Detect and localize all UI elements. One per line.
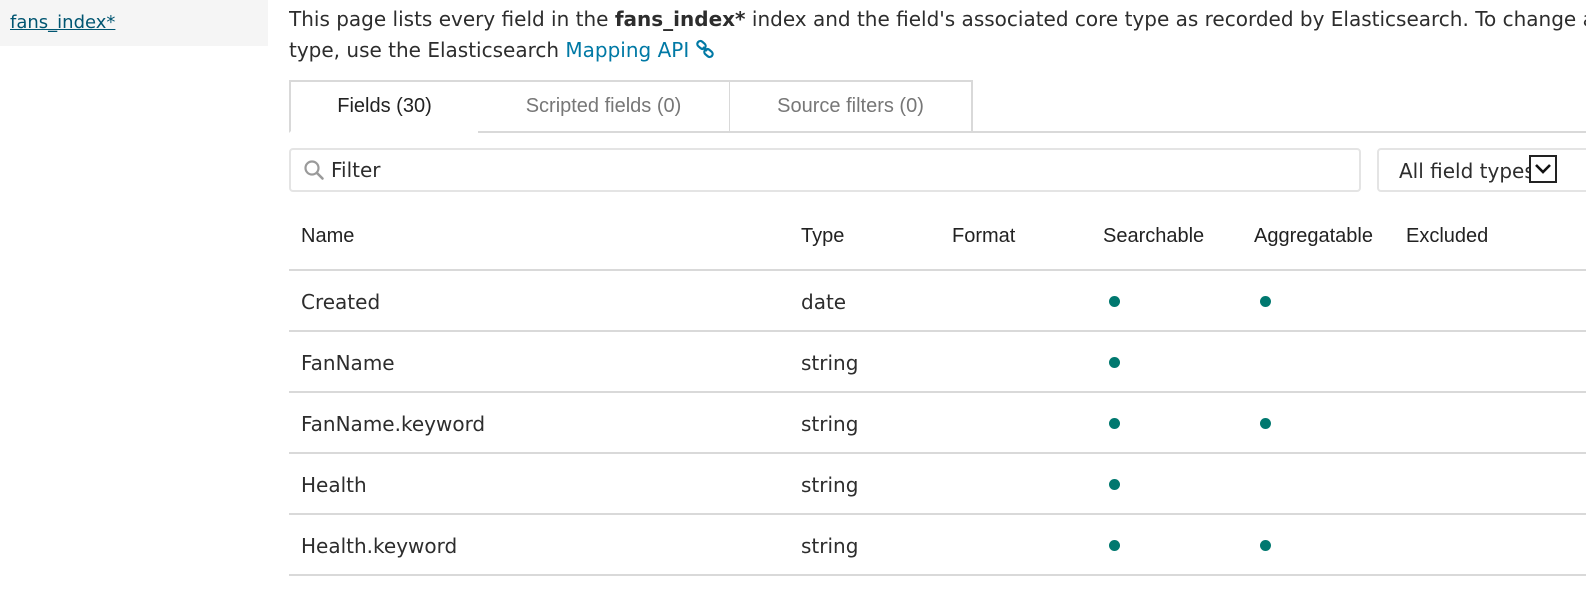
searchable-indicator (1109, 296, 1120, 307)
header-name[interactable]: Name (301, 225, 354, 248)
aggregatable-indicator (1260, 418, 1271, 429)
cell-name: FanName (301, 351, 395, 375)
filter-input[interactable] (331, 156, 1331, 184)
filter-field[interactable] (289, 148, 1361, 192)
page-description: This page lists every field in the fans_… (289, 4, 1586, 68)
header-searchable[interactable]: Searchable (1103, 225, 1204, 248)
chevron-down-icon[interactable] (1529, 155, 1557, 183)
cell-type: string (801, 412, 859, 436)
cell-name: Health (301, 473, 367, 497)
search-icon (303, 159, 325, 185)
header-excluded[interactable]: Excluded (1406, 225, 1488, 248)
table-header: Name Type Format Searchable Aggregatable… (289, 205, 1586, 271)
field-type-select[interactable]: All field types (1377, 148, 1586, 192)
searchable-indicator (1109, 479, 1120, 490)
mapping-api-link[interactable]: Mapping API (565, 38, 715, 62)
searchable-indicator (1109, 540, 1120, 551)
tab-bar: Fields (30) Scripted fields (0) Source f… (289, 80, 1586, 133)
header-format[interactable]: Format (952, 225, 1015, 248)
link-icon (695, 37, 715, 68)
cell-type: string (801, 351, 859, 375)
tab-fields[interactable]: Fields (30) (289, 80, 480, 133)
aggregatable-indicator (1260, 540, 1271, 551)
aggregatable-indicator (1260, 296, 1271, 307)
field-type-select-value[interactable]: All field types (1399, 159, 1535, 183)
sidebar-index-link[interactable]: fans_index* (10, 12, 115, 33)
tab-scripted-fields[interactable]: Scripted fields (0) (478, 80, 731, 133)
sidebar: fans_index* (0, 0, 268, 46)
index-name: fans_index* (614, 7, 746, 31)
searchable-indicator (1109, 418, 1120, 429)
cell-name: Created (301, 290, 381, 314)
table-row: Health string (289, 454, 1586, 515)
cell-type: string (801, 534, 859, 558)
description-line-1: This page lists every field in the fans_… (289, 7, 1586, 31)
table-row: FanName string (289, 332, 1586, 393)
table-row: Created date (289, 271, 1586, 332)
main-content: This page lists every field in the fans_… (289, 0, 1586, 592)
cell-type: string (801, 473, 859, 497)
header-aggregatable[interactable]: Aggregatable (1254, 225, 1373, 248)
cell-name: FanName.keyword (301, 412, 486, 436)
fields-table: Name Type Format Searchable Aggregatable… (289, 205, 1586, 576)
header-type[interactable]: Type (801, 225, 844, 248)
table-row: FanName.keyword string (289, 393, 1586, 454)
description-line-2: type, use the Elasticsearch Mapping API (289, 35, 1586, 68)
cell-name: Health.keyword (301, 534, 458, 558)
searchable-indicator (1109, 357, 1120, 368)
tab-source-filters[interactable]: Source filters (0) (730, 80, 973, 133)
table-row: Health.keyword string (289, 515, 1586, 576)
cell-type: date (801, 290, 847, 314)
